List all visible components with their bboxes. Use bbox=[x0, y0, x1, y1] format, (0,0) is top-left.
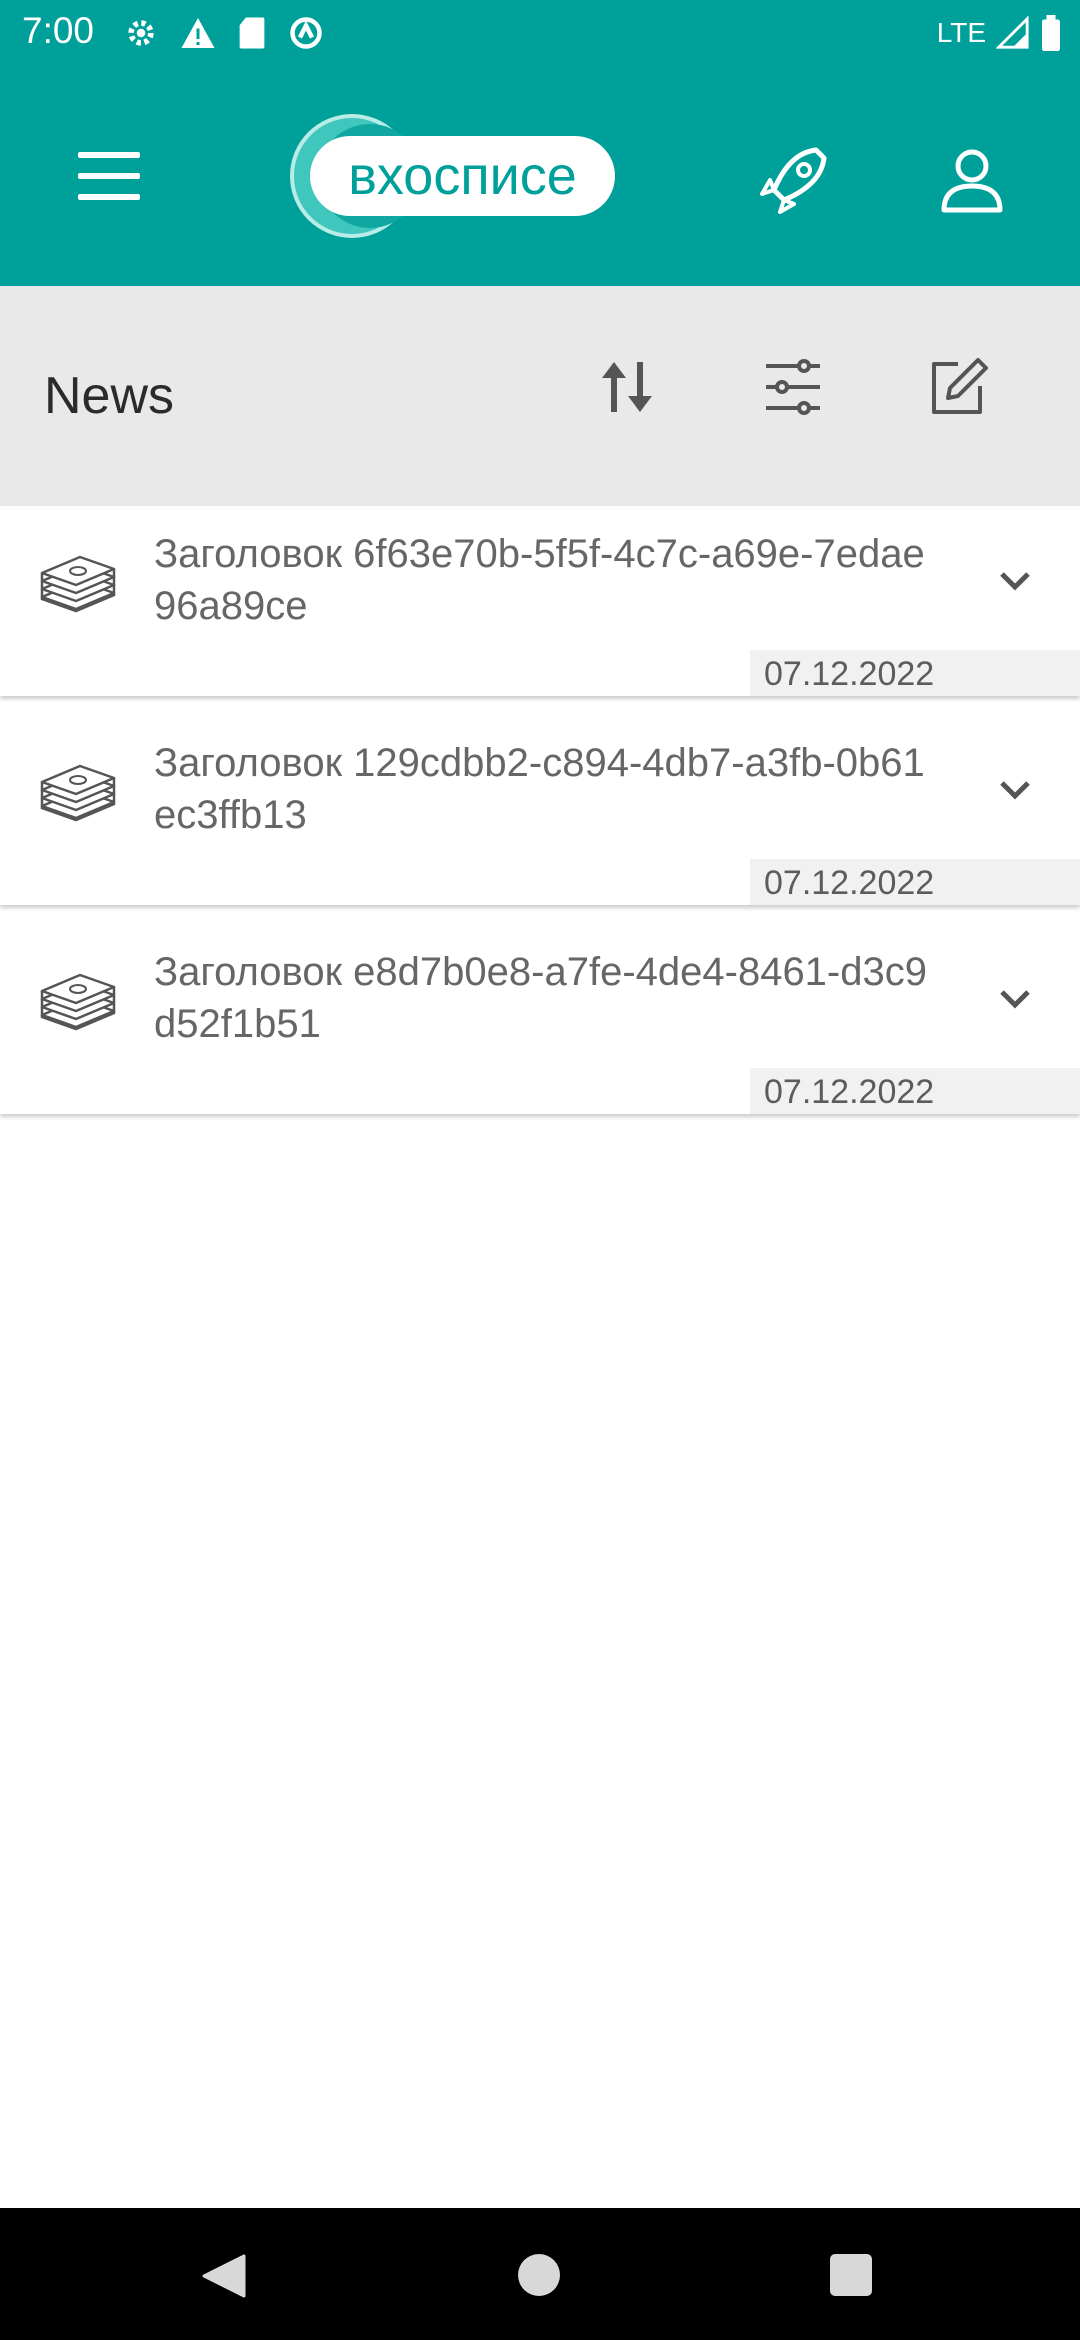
news-item[interactable]: Заголовок 129cdbb2-c894-4db7-a3fb-0b61ec… bbox=[0, 715, 1080, 905]
news-list: Заголовок 6f63e70b-5f5f-4c7c-a69e-7edae9… bbox=[0, 506, 1080, 1133]
money-stack-icon bbox=[40, 973, 116, 1031]
money-stack-icon bbox=[40, 764, 116, 822]
back-icon[interactable] bbox=[200, 2254, 250, 2298]
news-title: Заголовок e8d7b0e8-a7fe-4de4-8461-d3c9d5… bbox=[154, 950, 927, 1046]
network-type: LTE bbox=[936, 17, 986, 48]
news-title: Заголовок 6f63e70b-5f5f-4c7c-a69e-7edae9… bbox=[154, 532, 925, 628]
sd-card-icon bbox=[239, 17, 265, 49]
system-nav-bar bbox=[0, 2208, 1080, 2340]
news-item[interactable]: Заголовок 6f63e70b-5f5f-4c7c-a69e-7edae9… bbox=[0, 506, 1080, 696]
news-date: 07.12.2022 bbox=[750, 1068, 1080, 1114]
app-logo[interactable]: вхосписе bbox=[310, 136, 615, 216]
profile-icon[interactable] bbox=[934, 142, 1010, 218]
sync-icon bbox=[290, 17, 322, 49]
page-title: News bbox=[44, 367, 175, 425]
recents-icon[interactable] bbox=[830, 2254, 872, 2296]
warning-icon bbox=[181, 18, 215, 48]
chevron-down-icon[interactable] bbox=[990, 765, 1040, 815]
chevron-down-icon[interactable] bbox=[990, 556, 1040, 606]
news-item[interactable]: Заголовок e8d7b0e8-a7fe-4de4-8461-d3c9d5… bbox=[0, 924, 1080, 1114]
status-bar: 7:00 LTE bbox=[0, 0, 1080, 66]
money-stack-icon bbox=[40, 555, 116, 613]
filter-sliders-icon[interactable] bbox=[760, 354, 826, 420]
news-date: 07.12.2022 bbox=[750, 859, 1080, 905]
status-time: 7:00 bbox=[22, 10, 95, 51]
app-header: вхосписе bbox=[0, 66, 1080, 286]
rocket-icon[interactable] bbox=[756, 142, 832, 218]
sort-icon[interactable] bbox=[594, 354, 660, 420]
signal-icon bbox=[996, 16, 1029, 49]
chevron-down-icon[interactable] bbox=[990, 974, 1040, 1024]
status-system-icons: LTE bbox=[937, 10, 1062, 56]
home-icon[interactable] bbox=[518, 2254, 560, 2296]
settings-gear-icon bbox=[128, 20, 154, 46]
battery-icon bbox=[1042, 15, 1060, 51]
news-date: 07.12.2022 bbox=[750, 650, 1080, 696]
status-notification-icons bbox=[124, 10, 324, 56]
list-toolbar: News bbox=[0, 286, 1080, 506]
edit-icon[interactable] bbox=[924, 354, 990, 420]
hamburger-menu-icon[interactable] bbox=[72, 146, 150, 206]
news-title: Заголовок 129cdbb2-c894-4db7-a3fb-0b61ec… bbox=[154, 741, 925, 837]
